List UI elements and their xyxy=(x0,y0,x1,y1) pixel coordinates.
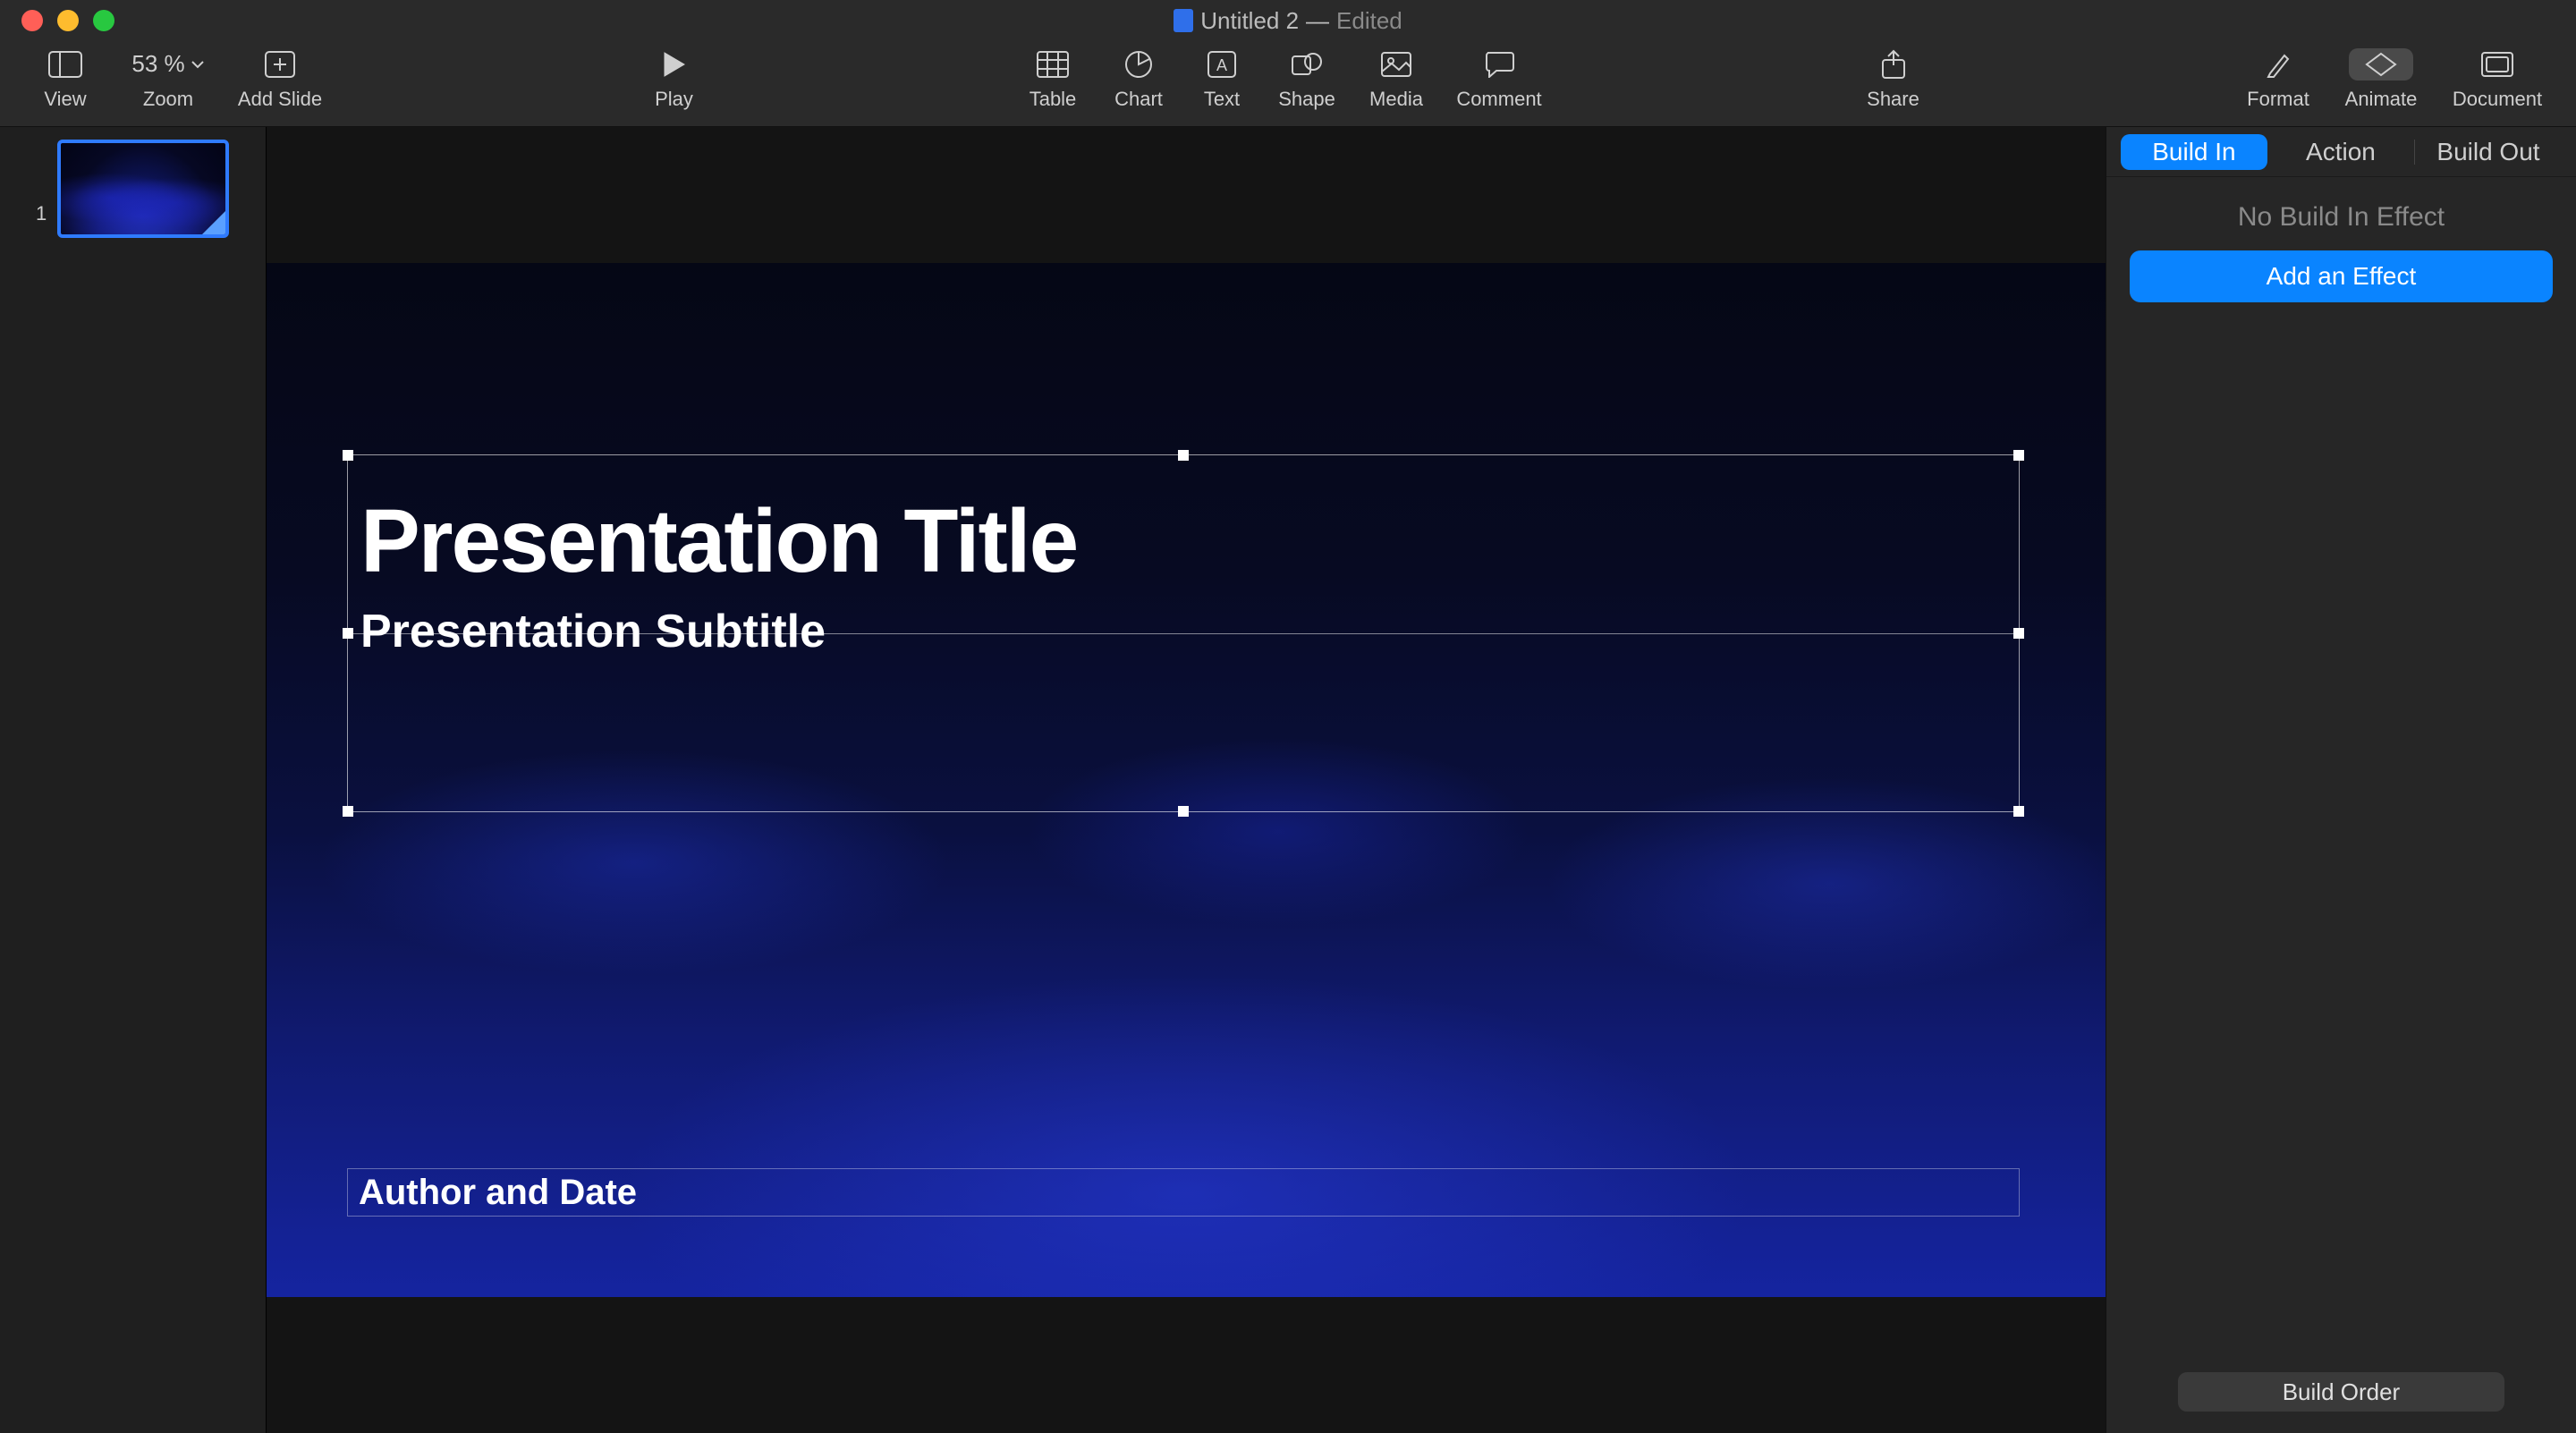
chevron-down-icon xyxy=(191,57,205,72)
comment-label: Comment xyxy=(1456,88,1541,111)
inspector-tabs: Build In Action Build Out xyxy=(2106,127,2576,177)
slide-navigator[interactable]: 1 xyxy=(0,127,267,1433)
svg-text:A: A xyxy=(1216,56,1227,74)
add-slide-button[interactable]: Add Slide xyxy=(222,48,338,120)
view-label: View xyxy=(44,88,86,111)
resize-handle-bottom-right[interactable] xyxy=(2013,806,2024,817)
resize-handle-top-middle[interactable] xyxy=(1178,450,1189,461)
resize-handle-top-right[interactable] xyxy=(2013,450,2024,461)
share-icon xyxy=(1880,48,1907,81)
sidebar-icon xyxy=(48,48,82,81)
share-button[interactable]: Share xyxy=(1844,48,1943,120)
media-icon xyxy=(1381,48,1411,81)
comment-button[interactable]: Comment xyxy=(1441,48,1557,120)
text-button[interactable]: A Text xyxy=(1182,48,1262,120)
tab-build-out[interactable]: Build Out xyxy=(2415,134,2562,170)
chart-button[interactable]: Chart xyxy=(1096,48,1182,120)
title-text-box[interactable]: Presentation Title Presentation Subtitle xyxy=(347,454,2020,812)
zoom-button[interactable]: 53 % Zoom xyxy=(114,48,222,120)
slide-canvas[interactable]: Presentation Title Presentation Subtitle… xyxy=(267,127,2106,1433)
title-separator: — xyxy=(1306,7,1329,35)
animate-button[interactable]: Animate xyxy=(2327,48,2435,120)
chart-icon xyxy=(1124,48,1153,81)
media-label: Media xyxy=(1369,88,1423,111)
text-label: Text xyxy=(1204,88,1240,111)
chart-label: Chart xyxy=(1114,88,1163,111)
build-order-button[interactable]: Build Order xyxy=(2178,1372,2504,1412)
slide-notes-fold-icon xyxy=(202,211,225,234)
animate-icon xyxy=(2349,48,2413,81)
text-icon: A xyxy=(1208,48,1236,81)
comment-icon xyxy=(1484,48,1514,81)
toolbar: View 53 % Zoom Add Slide Play xyxy=(0,41,2576,127)
slide-thumbnail[interactable] xyxy=(57,140,229,238)
resize-handle-top-left[interactable] xyxy=(343,450,353,461)
document-button[interactable]: Document xyxy=(2435,48,2560,120)
shape-button[interactable]: Shape xyxy=(1262,48,1352,120)
document-icon xyxy=(1174,9,1193,32)
document-title: Untitled 2 — Edited xyxy=(0,7,2576,35)
tab-action[interactable]: Action xyxy=(2267,134,2414,170)
selection-midline xyxy=(348,633,2019,634)
slide[interactable]: Presentation Title Presentation Subtitle… xyxy=(267,263,2106,1297)
format-label: Format xyxy=(2247,88,2309,111)
format-button[interactable]: Format xyxy=(2229,48,2327,120)
slide-thumbnail-item[interactable]: 1 xyxy=(0,140,266,238)
resize-handle-bottom-left[interactable] xyxy=(343,806,353,817)
play-button[interactable]: Play xyxy=(625,48,724,120)
window-titlebar: Untitled 2 — Edited xyxy=(0,0,2576,41)
document-label: Document xyxy=(2453,88,2542,111)
zoom-label: Zoom xyxy=(143,88,193,111)
author-text-box[interactable]: Author and Date xyxy=(347,1168,2020,1217)
slide-title[interactable]: Presentation Title xyxy=(348,455,2019,589)
table-button[interactable]: Table xyxy=(1010,48,1096,120)
slide-index: 1 xyxy=(36,202,47,225)
document-name: Untitled 2 xyxy=(1200,7,1299,35)
table-label: Table xyxy=(1030,88,1077,111)
add-slide-label: Add Slide xyxy=(238,88,322,111)
animate-label: Animate xyxy=(2345,88,2418,111)
play-label: Play xyxy=(655,88,693,111)
shape-label: Shape xyxy=(1278,88,1335,111)
share-label: Share xyxy=(1867,88,1919,111)
no-effect-label: No Build In Effect xyxy=(2130,202,2553,233)
resize-handle-middle-right[interactable] xyxy=(2013,628,2024,639)
document-status: Edited xyxy=(1336,7,1402,35)
document-icon xyxy=(2481,48,2513,81)
shape-icon xyxy=(1292,48,1322,81)
resize-handle-bottom-middle[interactable] xyxy=(1178,806,1189,817)
resize-handle-middle-left[interactable] xyxy=(343,628,353,639)
plus-icon xyxy=(265,48,295,81)
format-icon xyxy=(2265,48,2292,81)
view-button[interactable]: View xyxy=(16,48,114,120)
add-effect-button[interactable]: Add an Effect xyxy=(2130,250,2553,302)
slide-subtitle[interactable]: Presentation Subtitle xyxy=(348,589,2019,658)
zoom-value: 53 % xyxy=(131,50,184,78)
table-icon xyxy=(1037,48,1069,81)
slide-author[interactable]: Author and Date xyxy=(359,1173,637,1213)
inspector-panel: Build In Action Build Out No Build In Ef… xyxy=(2106,127,2576,1433)
media-button[interactable]: Media xyxy=(1352,48,1441,120)
play-icon xyxy=(663,48,686,81)
tab-build-in[interactable]: Build In xyxy=(2121,134,2267,170)
